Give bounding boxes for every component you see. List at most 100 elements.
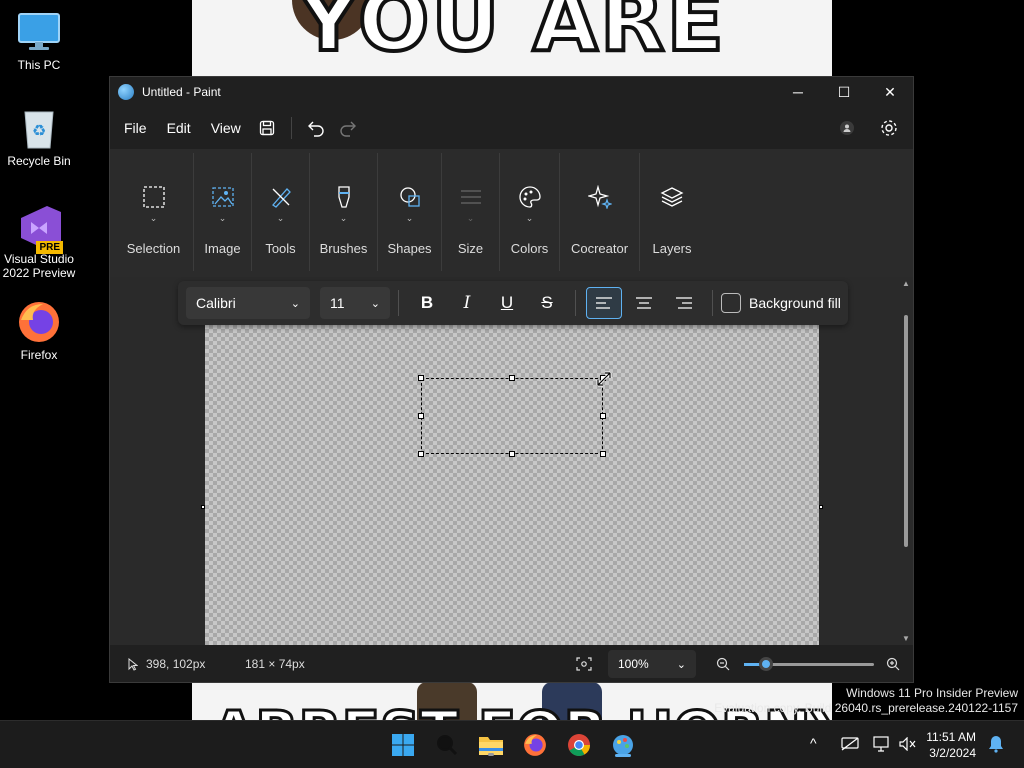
- minimize-button[interactable]: ─: [775, 77, 821, 107]
- ribbon-group-tools[interactable]: ⌄ Tools: [252, 153, 310, 271]
- vertical-scrollbar[interactable]: ▲ ▼: [901, 277, 911, 645]
- chevron-down-icon: ⌄: [676, 658, 686, 671]
- preview-badge: PRE: [36, 241, 63, 254]
- tools-icon: [267, 183, 295, 211]
- desktop-icon-label: This PC: [17, 58, 61, 72]
- resize-handle[interactable]: [418, 451, 424, 457]
- resize-handle[interactable]: [600, 451, 606, 457]
- resize-handle[interactable]: [418, 375, 424, 381]
- ribbon-group-cocreator[interactable]: Cocreator: [560, 153, 640, 271]
- show-hidden-icons-chevron-up-icon[interactable]: ^: [810, 735, 817, 751]
- active-app-indicator: [615, 754, 631, 757]
- align-right-button[interactable]: [666, 287, 702, 319]
- desktop-icon-this-pc[interactable]: This PC: [1, 10, 77, 72]
- scroll-up-arrow-icon[interactable]: ▲: [902, 279, 910, 288]
- canvas-resize-handle-right[interactable]: [819, 505, 823, 509]
- text-box-selection[interactable]: [418, 375, 606, 457]
- visual-studio-icon: PRE: [17, 204, 63, 254]
- chevron-down-icon: ⌄: [405, 213, 414, 223]
- ribbon-group-size[interactable]: ⌄ Size: [442, 153, 500, 271]
- account-button[interactable]: [831, 112, 863, 144]
- menu-file[interactable]: File: [114, 120, 157, 136]
- taskbar-chrome[interactable]: [565, 731, 593, 759]
- taskbar-firefox[interactable]: [521, 731, 549, 759]
- search-icon: [437, 735, 458, 756]
- wallpaper-top-text: YOU ARE: [296, 0, 726, 72]
- zoom-out-icon[interactable]: [716, 657, 730, 671]
- ribbon-group-brushes[interactable]: ⌄ Brushes: [310, 153, 378, 271]
- ribbon-label: Tools: [265, 241, 296, 256]
- chevron-down-icon: ⌄: [276, 213, 285, 223]
- ribbon-group-image[interactable]: ⌄ Image: [194, 153, 252, 271]
- network-icon[interactable]: [873, 736, 891, 752]
- ribbon-group-colors[interactable]: ⌄ Colors: [500, 153, 560, 271]
- ribbon-label: Image: [204, 241, 241, 256]
- align-left-button[interactable]: [586, 287, 622, 319]
- scrollbar-thumb[interactable]: [904, 315, 908, 547]
- desktop-icon-recycle-bin[interactable]: ♻ Recycle Bin: [1, 106, 77, 168]
- ribbon-group-layers[interactable]: Layers: [640, 153, 704, 271]
- zoom-slider-knob[interactable]: [759, 657, 774, 671]
- save-icon: [259, 120, 274, 136]
- desktop-icon-firefox[interactable]: Firefox: [1, 300, 77, 362]
- firefox-icon: [17, 300, 61, 344]
- fit-to-window-icon[interactable]: [576, 657, 592, 671]
- save-button[interactable]: [251, 112, 283, 144]
- desktop-icon-label: Firefox: [20, 348, 58, 362]
- zoom-dropdown[interactable]: 100% ⌄: [608, 650, 696, 678]
- font-size-dropdown[interactable]: 11 ⌄: [320, 287, 390, 319]
- monitor-icon: [17, 10, 61, 54]
- resize-handle[interactable]: [509, 451, 515, 457]
- gear-icon: [881, 120, 897, 136]
- clock-date: 3/2/2024: [929, 746, 976, 760]
- firefox-icon: [524, 734, 546, 756]
- sparkle-icon: [586, 183, 614, 211]
- scroll-down-arrow-icon[interactable]: ▼: [902, 634, 910, 643]
- taskbar-paint[interactable]: [609, 731, 637, 759]
- font-family-dropdown[interactable]: Calibri ⌄: [186, 287, 310, 319]
- ribbon-label: Colors: [510, 241, 549, 256]
- ribbon-group-shapes[interactable]: ⌄ Shapes: [378, 153, 442, 271]
- title-bar[interactable]: Untitled - Paint ─ ☐ ✕: [110, 77, 913, 107]
- resize-handle[interactable]: [418, 413, 424, 419]
- close-button[interactable]: ✕: [867, 77, 913, 107]
- align-center-button[interactable]: [626, 287, 662, 319]
- network-disconnected-icon[interactable]: [841, 737, 859, 751]
- selection-size: 181 × 74px: [245, 657, 305, 671]
- menu-view[interactable]: View: [201, 120, 251, 136]
- taskbar-file-explorer[interactable]: [477, 731, 505, 759]
- resize-handle[interactable]: [600, 413, 606, 419]
- paint-window: Untitled - Paint ─ ☐ ✕ File Edit View ⌄ …: [109, 76, 914, 683]
- search-button[interactable]: [433, 731, 461, 759]
- chevron-down-icon: ⌄: [525, 213, 534, 223]
- pointer-icon: [128, 658, 138, 671]
- svg-text:♻: ♻: [32, 121, 46, 140]
- volume-muted-icon[interactable]: [899, 737, 917, 751]
- notification-bell-icon[interactable]: [988, 735, 1004, 753]
- canvas-workspace[interactable]: Calibri ⌄ 11 ⌄ B I U S Background fill ▲…: [110, 277, 913, 645]
- ribbon-label: Cocreator: [570, 241, 629, 256]
- system-clock[interactable]: 11:51 AM 3/2/2024: [926, 729, 976, 761]
- desktop-icon-visual-studio[interactable]: PRE Visual Studio 2022 Preview: [1, 204, 77, 280]
- menu-edit[interactable]: Edit: [157, 120, 201, 136]
- italic-button[interactable]: I: [449, 287, 485, 319]
- zoom-in-icon[interactable]: [886, 657, 900, 671]
- canvas-resize-handle-left[interactable]: [201, 505, 205, 509]
- background-fill-checkbox[interactable]: [721, 293, 741, 313]
- account-icon: [840, 121, 854, 135]
- bold-button[interactable]: B: [409, 287, 445, 319]
- chevron-down-icon: ⌄: [149, 213, 158, 223]
- redo-button[interactable]: [332, 112, 364, 144]
- resize-handle[interactable]: [509, 375, 515, 381]
- undo-button[interactable]: [300, 112, 332, 144]
- drawing-canvas[interactable]: [205, 325, 819, 645]
- strikethrough-button[interactable]: S: [529, 287, 565, 319]
- start-button[interactable]: [389, 731, 417, 759]
- maximize-button[interactable]: ☐: [821, 77, 867, 107]
- settings-button[interactable]: [873, 112, 905, 144]
- underline-button[interactable]: U: [489, 287, 525, 319]
- layers-icon: [658, 183, 686, 211]
- chevron-down-icon: ⌄: [466, 213, 475, 223]
- zoom-slider[interactable]: [744, 657, 874, 671]
- ribbon-group-selection[interactable]: ⌄ Selection: [114, 153, 194, 271]
